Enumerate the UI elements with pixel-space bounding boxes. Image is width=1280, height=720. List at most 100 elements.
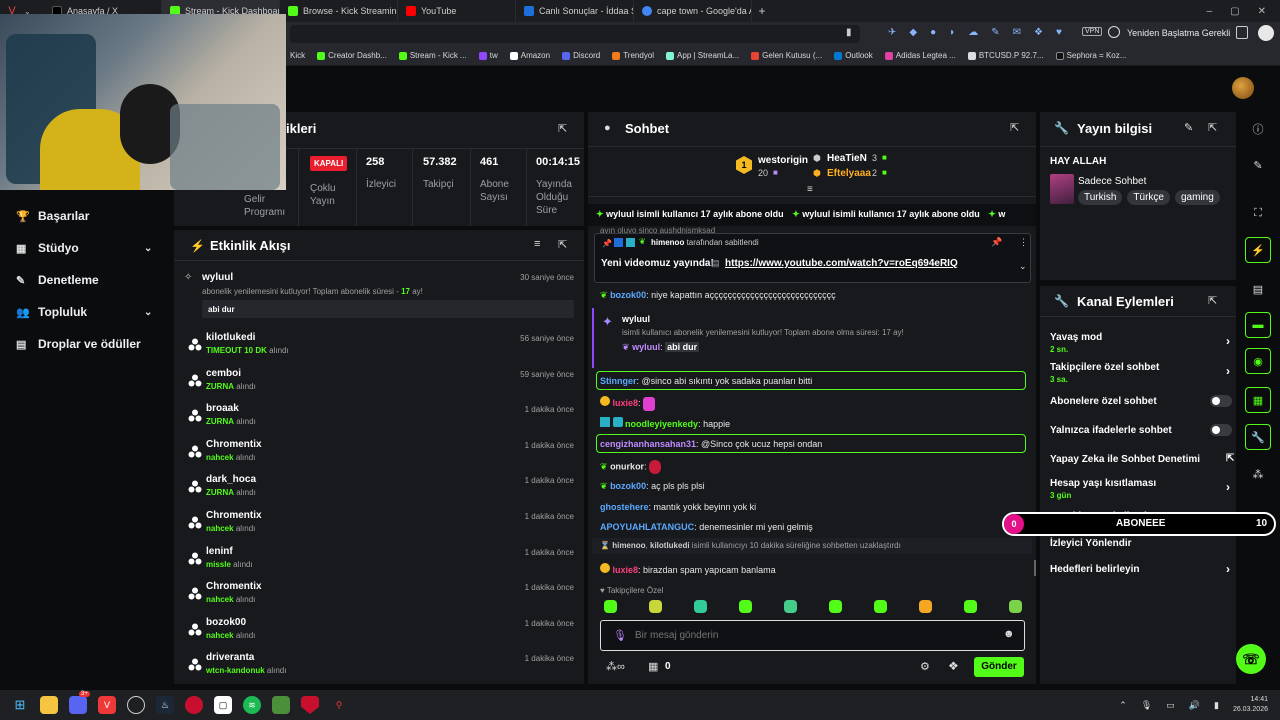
pinned-link[interactable]: https://www.youtube.com/watch?v=roEq694e… (725, 258, 958, 269)
toggle-switch[interactable] (1210, 395, 1232, 407)
support-icon[interactable]: ☏ (1236, 644, 1266, 674)
apps-icon[interactable]: ⁂ (1245, 461, 1271, 487)
nav-item-moderation[interactable]: ✎ Denetleme (0, 264, 170, 296)
account-avatar[interactable] (1258, 25, 1274, 41)
pinned-by-user[interactable]: himenoo (651, 238, 684, 247)
update-label[interactable]: Yeniden Başlatma Gerekli (1127, 28, 1230, 38)
emote-icon[interactable] (829, 600, 842, 613)
mic-icon[interactable]: 🎙 (613, 629, 627, 642)
chevron-up-icon[interactable]: ⌃ (1119, 700, 1127, 711)
app-icon[interactable] (185, 696, 203, 714)
activity-username[interactable]: bozok00 (206, 617, 246, 628)
chat-scrollbar[interactable] (1034, 560, 1036, 576)
activity-username[interactable]: Chromentix (206, 510, 262, 521)
bookmark-item[interactable]: BTCUSD.P 92.7... (967, 51, 1044, 60)
extension-icon[interactable]: ❖ (1034, 27, 1043, 38)
leader-name[interactable]: westorigin (758, 155, 808, 166)
nav-item-community[interactable]: 👥 Topluluk ⌄ (0, 296, 170, 328)
emote-icon[interactable] (604, 600, 617, 613)
channel-action-item[interactable]: Abonelere özel sohbet (1050, 395, 1232, 407)
layers-icon[interactable]: ▦ (1245, 387, 1271, 413)
gift-icon[interactable]: ❖ (948, 659, 959, 673)
tag[interactable]: Türkçe (1127, 190, 1170, 205)
extension-icon[interactable]: ◗ (949, 27, 955, 38)
url-field[interactable] (290, 25, 860, 43)
bookmark-icon[interactable]: ▮ (846, 27, 852, 38)
channel-action-item[interactable]: Takipçilere özel sohbet 3 sa. › (1050, 362, 1230, 384)
broadcast-icon[interactable]: ◉ (1245, 348, 1271, 374)
valorant-icon[interactable] (301, 696, 319, 714)
emote-icon[interactable] (739, 600, 752, 613)
bookmark-item[interactable]: Amazon (509, 51, 550, 60)
extension-icon[interactable]: ✈ (888, 27, 896, 38)
extension-icon[interactable]: ◆ (909, 27, 917, 38)
capture-icon[interactable]: ⛶ (1245, 200, 1271, 226)
chat-username[interactable]: bozok00 (610, 290, 646, 300)
channel-action-item[interactable]: Yavaş mod 2 sn. › (1050, 332, 1230, 354)
vpn-badge[interactable]: VPN (1082, 27, 1103, 36)
extension-icon[interactable]: ☁ (968, 27, 978, 38)
maximize-icon[interactable]: ▢ (1230, 6, 1239, 17)
minecraft-icon[interactable] (272, 696, 290, 714)
extension-icon[interactable]: ✉ (1013, 27, 1021, 38)
tab-youtube[interactable]: YouTube (398, 0, 516, 22)
toggle-switch[interactable] (1210, 424, 1232, 436)
chat-input[interactable] (635, 626, 995, 644)
app-icon[interactable]: ▢ (214, 696, 232, 714)
chat-username[interactable]: noodleyiyenkedy (625, 419, 698, 429)
windows-start-icon[interactable]: ⊞ (11, 696, 29, 714)
send-button[interactable]: Gönder (974, 657, 1024, 677)
chat-username[interactable]: ghostehere (600, 502, 649, 512)
activity-username[interactable]: leninf (206, 546, 233, 557)
wrench-icon[interactable]: 🔧 (1245, 424, 1271, 450)
tab-iddaa[interactable]: Canlı Sonuçlar - İddaa Son (516, 0, 634, 22)
activity-username[interactable]: cemboi (206, 368, 241, 379)
chat-username[interactable]: cengizhanhansahan31 (600, 439, 696, 449)
emote-icon[interactable] (874, 600, 887, 613)
popout-icon[interactable]: ⇱ (1010, 121, 1019, 134)
minimize-icon[interactable]: – (1207, 6, 1213, 17)
volume-icon[interactable]: 🔊 (1189, 700, 1200, 711)
bookmark-item[interactable]: Gelen Kutusu (... (751, 51, 822, 60)
popout-icon[interactable]: ⇱ (558, 238, 567, 251)
emote-icon[interactable] (919, 600, 932, 613)
timeout-target[interactable]: kilotlukedi (650, 541, 690, 550)
network-icon[interactable]: ▭ (1166, 700, 1175, 711)
leader-name[interactable]: Eftelyaaa (827, 168, 871, 179)
expand-icon[interactable]: ≡ (807, 184, 813, 195)
nav-item-achievements[interactable]: 🏆 Başarılar (0, 200, 170, 232)
activity-username[interactable]: driveranta (206, 652, 254, 663)
document-icon[interactable]: ▤ (1245, 276, 1271, 302)
battery-icon[interactable]: ▮ (1214, 700, 1219, 711)
chat-username[interactable]: Stinnger (600, 376, 637, 386)
activity-username[interactable]: Chromentix (206, 581, 262, 592)
emote-icon[interactable] (694, 600, 707, 613)
file-explorer-icon[interactable] (40, 696, 58, 714)
bookmark-item[interactable]: Adidas Legtea ... (884, 51, 956, 60)
filter-icon[interactable]: ≡ (534, 238, 540, 250)
info-icon[interactable]: ⓘ (1245, 116, 1271, 142)
bookmark-item[interactable]: App | StreamLa... (666, 51, 739, 60)
tag[interactable]: Turkish (1078, 190, 1123, 205)
obs-icon[interactable] (127, 696, 145, 714)
steam-icon[interactable]: ♨ (156, 696, 174, 714)
tab-google[interactable]: cape town - Google'da Ara (634, 0, 752, 22)
activity-username[interactable]: Chromentix (206, 439, 262, 450)
extension-icon[interactable]: ♥ (1056, 27, 1062, 38)
vivaldi-icon[interactable]: V (98, 696, 116, 714)
channel-action-item[interactable]: Yapay Zeka ile Sohbet Denetimi ⇱ (1050, 453, 1234, 465)
popout-icon[interactable]: ⇱ (558, 122, 567, 135)
timeout-actor[interactable]: himenoo (612, 541, 645, 550)
extension-icon[interactable]: ● (930, 27, 936, 38)
extension-icon[interactable]: ✎ (991, 27, 999, 38)
profile-icon[interactable] (1108, 26, 1120, 38)
emote-icon[interactable] (1009, 600, 1022, 613)
spotify-icon[interactable]: ≋ (243, 696, 261, 714)
category-thumbnail[interactable] (1050, 174, 1074, 204)
emoji-icon[interactable]: ☻ (1003, 628, 1015, 640)
popout-icon[interactable]: ⇱ (1208, 294, 1217, 307)
bookmark-item[interactable]: Discord (562, 51, 600, 60)
clock[interactable]: 14:41 26.03.2026 (1233, 695, 1268, 715)
channel-action-item[interactable]: İzleyici Yönlendir (1050, 538, 1230, 549)
more-icon[interactable]: ⋮ (1019, 237, 1028, 248)
